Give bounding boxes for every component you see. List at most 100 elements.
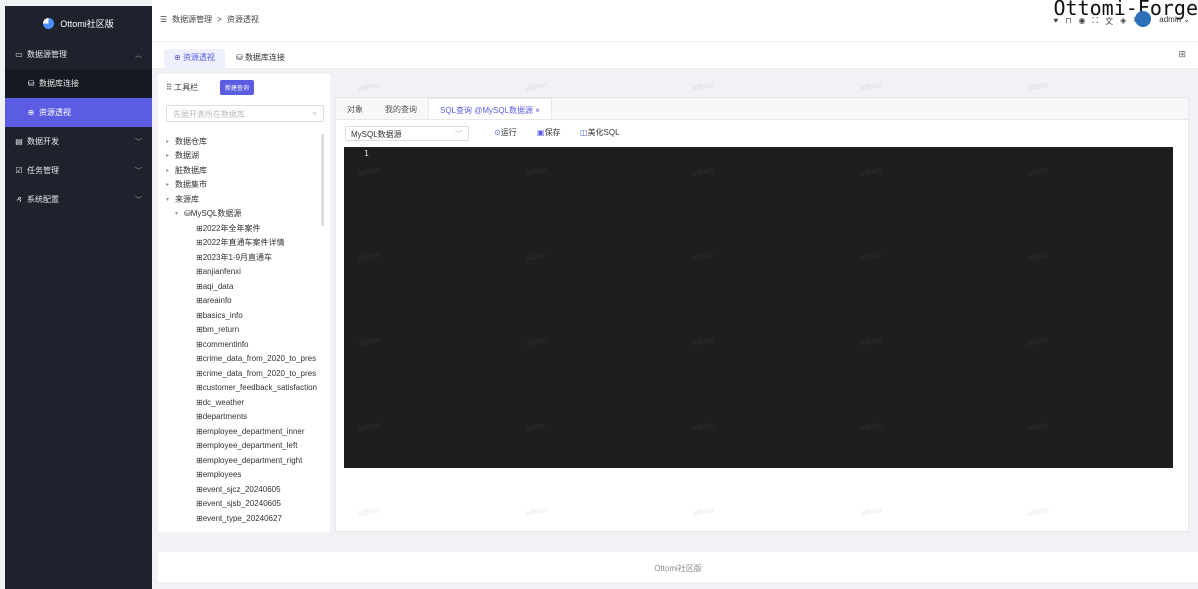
save-button[interactable]: ▣保存 — [537, 127, 561, 138]
resource-panel: ⠿ 工具栏 新建查询 先展开表所在数据库 ○ ▸ 数据仓库 ▸ 数据湖 ▸ 脏数据库 ▸… — [158, 74, 330, 532]
tree-table[interactable]: ⊞ employee_department_inner — [166, 424, 322, 439]
table-icon: ⊞ — [196, 470, 203, 480]
tab-my-queries[interactable]: 我的查询 — [374, 98, 428, 119]
notification-icon[interactable]: ◉ — [1079, 16, 1086, 27]
database-icon: ⛁ — [27, 79, 35, 88]
tree-table[interactable]: ⊞ bm_return — [166, 323, 322, 338]
tree-table[interactable]: ⊞ 2023年1-9月直通车 — [166, 250, 322, 265]
tree-table[interactable]: ⊞ areainfo — [166, 294, 322, 309]
grid-icon[interactable]: ⊞ — [1178, 49, 1186, 60]
run-button[interactable]: ⊙运行 — [494, 127, 517, 138]
search-input[interactable]: 先展开表所在数据库 ○ — [166, 105, 324, 122]
tree-table[interactable]: ⊞ employee_department_right — [166, 453, 322, 468]
table-icon: ⊞ — [196, 238, 203, 248]
user-menu[interactable]: admin ⌄ — [1159, 15, 1190, 24]
translate-icon[interactable]: 文 — [1105, 16, 1113, 27]
table-icon: ⊞ — [196, 252, 203, 262]
tab-db-connection[interactable]: ⛁ 数据库连接 — [226, 49, 295, 69]
line-number: 1 — [364, 149, 369, 158]
toolbar-title: ⠿ 工具栏 — [166, 83, 199, 92]
beautify-sql-button[interactable]: ◫美化SQL — [580, 127, 620, 138]
user-icon: ዳ — [16, 194, 22, 204]
table-icon: ⊞ — [196, 499, 203, 509]
table-icon: ⊞ — [196, 484, 203, 494]
theme-icon[interactable]: ◈ — [1120, 16, 1126, 27]
heart-icon[interactable]: ♥ — [1054, 16, 1059, 27]
tree-table[interactable]: ⊞ crime_data_from_2020_to_pres — [166, 352, 322, 367]
table-icon: ⊞ — [196, 412, 203, 422]
tree-table[interactable]: ⊞ aqi_data — [166, 279, 322, 294]
avatar[interactable] — [1135, 11, 1151, 27]
tree-table[interactable]: ⊞ event_sjcz_20240605 — [166, 482, 322, 497]
tree-table[interactable]: ⊞ basics_info — [166, 308, 322, 323]
sidebar-item-resource-view[interactable]: ⊕ 资源透视 — [5, 98, 152, 127]
folder-icon: ▭ — [15, 50, 23, 59]
table-icon: ⊞ — [196, 296, 203, 306]
table-icon: ⊞ — [196, 223, 203, 233]
tree-table[interactable]: ⊞ employee_department_left — [166, 439, 322, 454]
collapse-menu-icon[interactable]: ☰ — [160, 15, 167, 24]
sidebar-submenu: ⛁ 数据库连接 ⊕ 资源透视 — [5, 69, 152, 127]
scrollbar[interactable] — [321, 134, 324, 226]
tab-sql-query[interactable]: SQL查询 @MySQL数据源 × — [428, 98, 552, 119]
breadcrumb-separator: > — [217, 15, 222, 24]
sidebar-item-db-connection[interactable]: ⛁ 数据库连接 — [5, 69, 152, 98]
table-icon: ⊞ — [196, 455, 203, 465]
sql-editor[interactable]: 1 — [344, 147, 1173, 468]
admin-watermark: admin — [357, 80, 381, 93]
editor-tabs: 对象 我的查询 SQL查询 @MySQL数据源 × — [336, 98, 1188, 120]
datasource-select[interactable]: MySQL数据源 ﹀ — [345, 126, 469, 141]
tree-table[interactable]: ⊞ commentinfo — [166, 337, 322, 352]
caret-right-icon: ▸ — [166, 153, 170, 160]
table-icon: ⊞ — [196, 426, 203, 436]
tree-table[interactable]: ⊞ event_sjsb_20240605 — [166, 497, 322, 512]
tab-resource-view[interactable]: ⊕ 资源透视 — [164, 49, 225, 69]
tab-objects[interactable]: 对象 — [336, 98, 374, 119]
table-icon: ⊞ — [196, 368, 203, 378]
tree-table[interactable]: ⊞ 2022年直通车案件详情 — [166, 236, 322, 251]
tree-group[interactable]: ▾ 来源库 — [166, 192, 322, 207]
play-icon: ⊙ — [494, 128, 501, 137]
chevron-down-icon: ﹀ — [135, 138, 142, 146]
tree-table[interactable]: ⊞ departments — [166, 410, 322, 425]
lock-icon[interactable]: ⊓ — [1065, 16, 1071, 27]
tree-table[interactable]: ⊞ 2022年全年案件 — [166, 221, 322, 236]
table-icon: ⊞ — [196, 325, 203, 335]
caret-right-icon: ▸ — [166, 167, 170, 174]
admin-watermark: admin — [859, 80, 883, 93]
table-icon: ⊞ — [196, 267, 203, 277]
search-icon[interactable]: ○ — [312, 109, 317, 118]
sidebar-item-dev[interactable]: ▤ 数据开发 ﹀ — [5, 127, 152, 156]
tree-table[interactable]: ⊞ event_type_20240627 — [166, 511, 322, 526]
admin-watermark: admin — [1026, 80, 1050, 93]
editor-toolbar: MySQL数据源 ﹀ ⊙运行 ▣保存 ◫美化SQL — [336, 120, 1188, 146]
topbar: ☰ 数据源管理 > 资源透视 Ottomi-Forge ♥ ⊓ ◉ ⛶ 文 ◈ … — [152, 0, 1198, 42]
tree-table[interactable]: ⊞ anjianfenxi — [166, 265, 322, 280]
tree-group[interactable]: ▸ 数据湖 — [166, 149, 322, 164]
table-icon: ⊞ — [196, 441, 203, 451]
new-query-button[interactable]: 新建查询 — [220, 80, 255, 95]
caret-down-icon: ▾ — [175, 211, 179, 218]
fullscreen-icon[interactable]: ⛶ — [1093, 16, 1099, 27]
tree-table[interactable]: ⊞ employees — [166, 468, 322, 483]
caret-right-icon: ▸ — [166, 182, 170, 189]
tree-table[interactable]: ⊞ customer_feedback_satisfaction — [166, 381, 322, 396]
breadcrumb-parent[interactable]: 数据源管理 — [172, 14, 212, 25]
tree-group[interactable]: ▸ 数据仓库 — [166, 134, 322, 149]
globe-icon: ⊕ — [174, 53, 183, 62]
database-icon: ⛁ — [236, 53, 245, 62]
globe-icon: ⊕ — [27, 108, 35, 117]
table-icon: ⊞ — [196, 397, 203, 407]
editor-panel: 对象 我的查询 SQL查询 @MySQL数据源 × MySQL数据源 ﹀ ⊙运行 … — [335, 97, 1189, 532]
tree-group[interactable]: ▸ 脏数据库 — [166, 163, 322, 178]
sidebar-item-datasource[interactable]: ▭ 数据源管理 ︿ — [5, 40, 152, 69]
tree-group[interactable]: ▸ 数据集市 — [166, 178, 322, 193]
caret-right-icon: ▸ — [166, 138, 170, 145]
sidebar-item-tasks[interactable]: ☑ 任务管理 ﹀ — [5, 156, 152, 185]
sidebar-item-settings[interactable]: ዳ 系统配置 ﹀ — [5, 185, 152, 214]
brand[interactable]: Ottomi社区版 — [5, 6, 152, 40]
tree-table[interactable]: ⊞ dc_weather — [166, 395, 322, 410]
tree-table[interactable]: ⊞ crime_data_from_2020_to_pres — [166, 366, 322, 381]
table-icon: ⊞ — [196, 383, 203, 393]
tree-datasource[interactable]: ▾ ⛁ MySQL数据源 — [166, 207, 322, 222]
